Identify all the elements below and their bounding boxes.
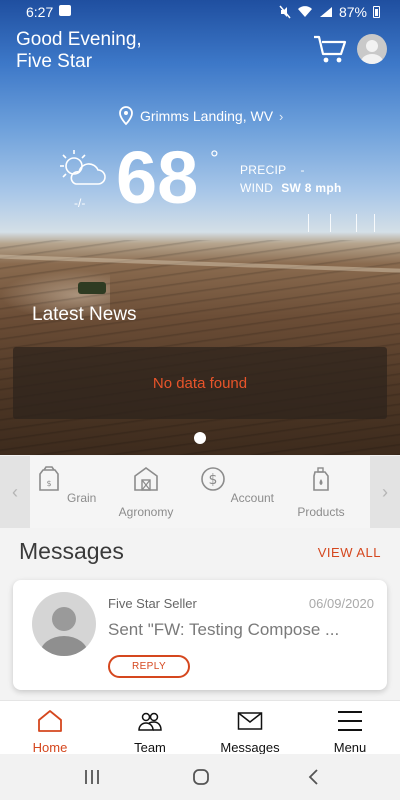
messages-title: Messages — [19, 538, 124, 564]
profile-avatar[interactable] — [357, 34, 387, 64]
wind-row: WIND SW 8 mph — [240, 181, 342, 195]
view-all-link[interactable]: VIEW ALL — [318, 545, 381, 560]
precip-row: PRECIP - — [240, 163, 305, 177]
precip-value: - — [300, 163, 305, 177]
wind-turbine — [308, 214, 309, 232]
nav-home[interactable]: Home — [0, 709, 100, 755]
chevron-left-icon: ‹ — [12, 481, 18, 502]
svg-text:$: $ — [209, 472, 218, 488]
message-card[interactable]: Five Star Seller 06/09/2020 Sent "FW: Te… — [13, 580, 387, 690]
weather-icon-caption: -/- — [74, 196, 86, 210]
sender-avatar — [32, 592, 96, 656]
nav-label: Messages — [220, 740, 280, 755]
envelope-icon — [237, 712, 263, 730]
quick-link-label: Grain — [67, 491, 97, 505]
location-label: Grimms Landing, WV — [140, 108, 274, 124]
user-silhouette-icon — [40, 607, 88, 656]
tractor — [78, 282, 106, 294]
greeting-text: Good Evening, Five Star — [16, 29, 142, 72]
news-empty-text: No data found — [152, 374, 248, 392]
weather-location[interactable]: Grimms Landing, WV › — [118, 106, 283, 126]
location-pin-icon — [119, 106, 133, 126]
status-right: 87% — [279, 4, 380, 20]
battery-percent: 87% — [338, 4, 367, 20]
mute-icon — [279, 5, 291, 19]
wind-label: WIND — [240, 181, 274, 195]
back-icon[interactable] — [302, 768, 326, 786]
signal-icon — [319, 7, 332, 17]
battery-icon — [373, 6, 380, 18]
nav-team[interactable]: Team — [100, 709, 200, 755]
barn-icon — [134, 467, 158, 491]
wifi-icon — [297, 6, 312, 18]
news-panel: No data found — [13, 347, 387, 419]
grain-bag-icon: $ — [38, 466, 59, 491]
quick-link-agronomy[interactable]: Agronomy — [106, 464, 186, 519]
temperature-value: 68 — [116, 136, 199, 219]
nav-messages[interactable]: Messages — [200, 709, 300, 755]
latest-news-title: Latest News — [32, 304, 137, 325]
precip-label: PRECIP — [240, 163, 287, 177]
quick-link-label: Account — [230, 491, 275, 505]
status-bar: 6:27 87% — [0, 0, 400, 24]
recent-apps-icon[interactable] — [80, 768, 104, 786]
quick-link-grain[interactable]: $ Grain — [25, 464, 105, 505]
nav-label: Team — [134, 740, 166, 755]
carousel-dot[interactable] — [194, 432, 206, 444]
nav-menu[interactable]: Menu — [300, 709, 400, 755]
chevron-right-icon: › — [382, 481, 388, 502]
message-preview: Sent "FW: Testing Compose ... — [108, 620, 340, 639]
quick-link-products[interactable]: Products — [281, 464, 361, 519]
dollar-coin-icon: $ — [201, 467, 225, 491]
product-jug-icon — [313, 467, 329, 491]
wind-turbine — [374, 214, 375, 232]
notification-icon — [59, 5, 71, 16]
user-silhouette-icon — [361, 40, 383, 64]
message-sender: Five Star Seller — [108, 596, 197, 611]
scroll-right-button[interactable]: › — [370, 456, 400, 528]
bottom-nav: Home Team Messages Menu — [0, 700, 400, 755]
quick-link-label: Agronomy — [118, 505, 174, 519]
home-icon — [38, 710, 62, 732]
quick-link-label: Products — [297, 505, 345, 519]
partly-cloudy-icon — [60, 150, 106, 185]
degree-symbol: ° — [210, 146, 219, 171]
quick-link-account[interactable]: $ Account — [196, 464, 276, 505]
chevron-right-icon: › — [279, 108, 284, 124]
wind-value: SW 8 mph — [281, 181, 342, 195]
quick-links-bar: ‹ $ Grain Agronomy $ Account Products › — [0, 456, 400, 528]
nav-label: Home — [32, 740, 68, 755]
svg-text:$: $ — [46, 479, 51, 488]
nav-label: Menu — [333, 740, 367, 755]
team-icon — [138, 712, 162, 731]
menu-icon — [338, 711, 362, 731]
wind-turbine — [330, 214, 331, 232]
reply-button[interactable]: REPLY — [108, 655, 190, 678]
status-time: 6:27 — [26, 4, 54, 20]
message-date: 06/09/2020 — [308, 596, 374, 611]
home-button-icon[interactable] — [189, 768, 213, 786]
shopping-cart-icon[interactable] — [313, 34, 347, 64]
system-nav-bar — [0, 754, 400, 800]
wind-turbine — [356, 214, 357, 232]
